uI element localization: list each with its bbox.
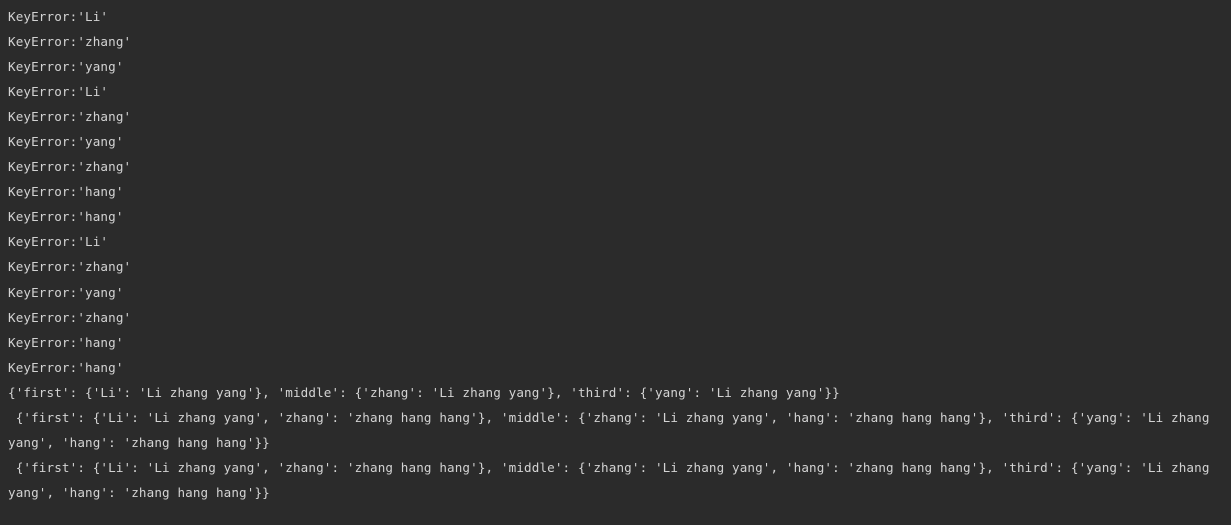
console-error-line: KeyError:'hang': [8, 359, 124, 375]
console-output-text[interactable]: KeyError:'Li' KeyError:'zhang' KeyError:'y…: [0, 0, 1231, 505]
console-error-line: KeyError:'hang': [8, 209, 124, 225]
console-window: KeyError:'Li' KeyError:'zhang' KeyError:'y…: [0, 0, 1231, 525]
console-error-line: KeyError:'zhang': [8, 309, 132, 325]
console-error-line: KeyError:'zhang': [8, 159, 132, 175]
console-error-line: KeyError:'zhang': [8, 109, 132, 125]
console-error-line: KeyError:'hang': [8, 334, 124, 350]
console-result-line: {'first': {'Li': 'Li zhang yang'}, 'midd…: [8, 384, 840, 400]
console-error-line: KeyError:'yang': [8, 59, 124, 75]
console-result-line: {'first': {'Li': 'Li zhang yang', 'zhang…: [8, 409, 1218, 450]
console-error-line: KeyError:'yang': [8, 284, 124, 300]
console-error-line: KeyError:'yang': [8, 134, 124, 150]
console-error-line: KeyError:'Li': [8, 84, 109, 100]
console-error-line: KeyError:'zhang': [8, 34, 132, 50]
console-error-line: KeyError:'Li': [8, 234, 109, 250]
console-error-line: KeyError:'Li': [8, 9, 109, 24]
console-result-line: {'first': {'Li': 'Li zhang yang', 'zhang…: [8, 459, 1218, 500]
console-error-line: KeyError:'hang': [8, 184, 124, 200]
console-error-line: KeyError:'zhang': [8, 259, 132, 275]
